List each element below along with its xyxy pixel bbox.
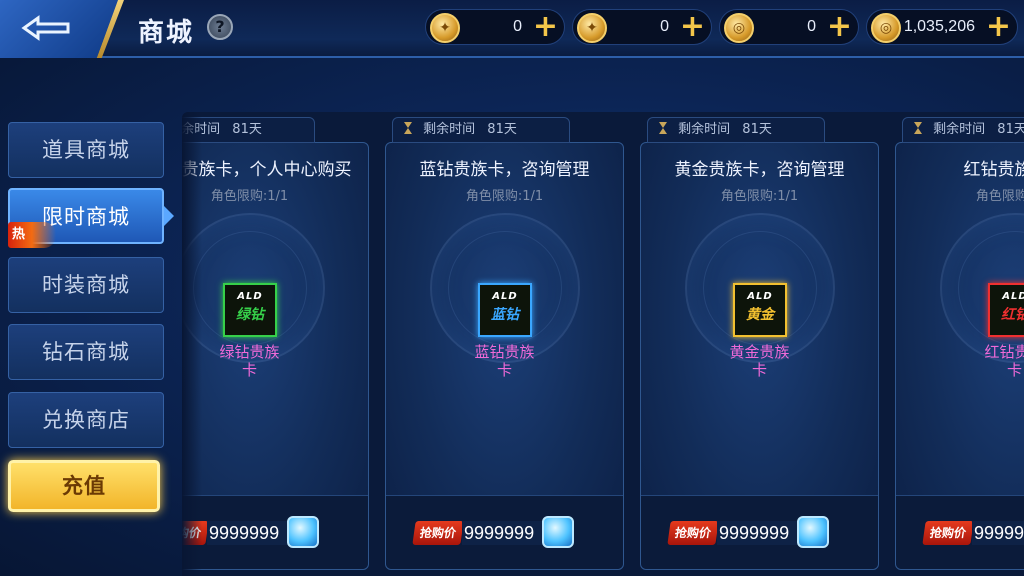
product-name: 绿钻贵族卡，个人中心购买 [182,160,352,180]
badge-ald: ALD [492,291,518,302]
product-label-line1: 绿钻贵族 [219,343,280,361]
active-indicator-arrow [164,206,174,226]
recharge-button[interactable]: 充值 [8,460,160,512]
hourglass-icon [659,122,667,134]
locked-gold-coin-icon: ◎ [871,13,901,43]
badge-kind: 红钻 [1001,307,1024,323]
timer-label: 剩余时间 [933,122,986,137]
currency-value: 0 [807,18,816,35]
price-tag: 抢购价 [922,521,974,545]
card-body: 红钻贵族卡， 角色限购:1/1 ALD 红钻 红钻贵族 卡 抢购价 999999… [896,143,1024,569]
timer-tab: 剩余时间 81天 [902,117,1024,143]
add-currency-button[interactable]: + [680,12,705,42]
diamond-icon [287,516,319,548]
timer-value: 81天 [742,122,772,137]
currency-locked-compass: ✦ 0 + [572,9,712,45]
vip-card-icon: ALD 黄金 [733,283,787,337]
badge-kind: 蓝钻 [491,307,519,323]
product-label: 绿钻贵族 卡 [182,343,368,379]
price-tag: 抢购价 [667,521,719,545]
product-label-line2: 卡 [1006,361,1022,379]
purchase-limit: 角色限购:1/1 [210,189,289,204]
diamond-icon [797,516,829,548]
diamond-icon [542,516,574,548]
help-icon[interactable]: ? [207,14,233,40]
product-label-line2: 卡 [241,361,257,379]
card-body: 绿钻贵族卡，个人中心购买 角色限购:1/1 ALD 绿钻 绿钻贵族 卡 抢购价 … [182,143,368,569]
product-label: 蓝钻贵族 卡 [386,343,623,379]
currency-value: 0 [513,18,522,35]
nav-item-fashion-shop[interactable]: 时装商城 [8,257,164,313]
timer-value: 81天 [997,122,1024,137]
vip-card-icon: ALD 红钻 [988,283,1024,337]
badge-kind: 黄金 [746,307,774,323]
top-bar: 商城 ? ✦ 0 + ✦ 0 + ◎ 0 + ◎ 1,035,206 + [0,0,1024,58]
gold-coin-icon: ◎ [724,13,754,43]
purchase-limit: 角色限购:1/1 [975,189,1024,204]
currency-locked-gold: ◎ 1,035,206 + [866,9,1018,45]
product-label-line2: 卡 [751,361,767,379]
product-label-line2: 卡 [496,361,512,379]
product-card[interactable]: 剩余时间 81天 红钻贵族卡， 角色限购:1/1 ALD 红钻 红钻贵族 卡 抢… [895,117,1024,570]
buy-button[interactable]: 抢购价 9999999 [182,516,319,550]
timer-value: 81天 [232,122,262,137]
purchase-limit: 角色限购:1/1 [720,189,799,204]
product-card[interactable]: 剩余时间 81天 绿钻贵族卡，个人中心购买 角色限购:1/1 ALD 绿钻 绿钻… [182,117,369,570]
badge-ald: ALD [237,291,263,302]
add-currency-button[interactable]: + [827,12,852,42]
currency-gold: ◎ 0 + [719,9,859,45]
hourglass-icon [914,122,922,134]
price-tag: 抢购价 [412,521,464,545]
product-card[interactable]: 剩余时间 81天 黄金贵族卡，咨询管理 角色限购:1/1 ALD 黄金 黄金贵族… [640,117,879,570]
buy-button[interactable]: 抢购价 9999999 [667,516,829,550]
currency-compass: ✦ 0 + [425,9,565,45]
nav-item-props-shop[interactable]: 道具商城 [8,122,164,178]
nav-item-exchange-shop[interactable]: 兑换商店 [8,392,164,448]
product-label: 红钻贵族 卡 [896,343,1024,379]
product-label: 黄金贵族 卡 [641,343,878,379]
price-value: 9999999 [972,521,1024,545]
scroll-fade [182,112,202,576]
product-card[interactable]: 剩余时间 81天 蓝钻贵族卡，咨询管理 角色限购:1/1 ALD 蓝钻 蓝钻贵族… [385,117,624,570]
product-list[interactable]: 剩余时间 81天 绿钻贵族卡，个人中心购买 角色限购:1/1 ALD 绿钻 绿钻… [182,112,1024,576]
hot-badge: 热 [8,222,56,248]
badge-ald: ALD [1002,291,1024,302]
back-arrow-icon [21,15,70,41]
badge-kind: 绿钻 [236,307,264,323]
buy-button[interactable]: 抢购价 9999999 [922,516,1024,550]
currency-value: 0 [660,18,669,35]
timer-tab: 剩余时间 81天 [392,117,570,143]
buy-button[interactable]: 抢购价 9999999 [412,516,574,550]
product-label-line1: 红钻贵族 [984,343,1024,361]
purchase-limit: 角色限购:1/1 [465,189,544,204]
product-label-line1: 蓝钻贵族 [474,343,535,361]
currency-value: 1,035,206 [903,18,975,35]
page-title: 商城 [138,18,195,48]
product-label-line1: 黄金贵族 [729,343,790,361]
add-currency-button[interactable]: + [533,12,558,42]
timer-label: 剩余时间 [678,122,731,137]
compass-coin-icon: ✦ [430,13,460,43]
timer-value: 81天 [487,122,517,137]
add-currency-button[interactable]: + [986,12,1011,42]
vip-card-icon: ALD 蓝钻 [478,283,532,337]
hourglass-icon [404,122,412,134]
vip-card-icon: ALD 绿钻 [223,283,277,337]
product-name: 蓝钻贵族卡，咨询管理 [419,160,590,180]
product-name: 红钻贵族卡， [963,160,1024,180]
nav-item-diamond-shop[interactable]: 钻石商城 [8,324,164,380]
card-body: 蓝钻贵族卡，咨询管理 角色限购:1/1 ALD 蓝钻 蓝钻贵族 卡 抢购价 99… [386,143,623,569]
timer-tab: 剩余时间 81天 [647,117,825,143]
timer-label: 剩余时间 [423,122,476,137]
product-name: 黄金贵族卡，咨询管理 [674,160,845,180]
locked-compass-coin-icon: ✦ [577,13,607,43]
card-body: 黄金贵族卡，咨询管理 角色限购:1/1 ALD 黄金 黄金贵族 卡 抢购价 99… [641,143,878,569]
badge-ald: ALD [747,291,773,302]
